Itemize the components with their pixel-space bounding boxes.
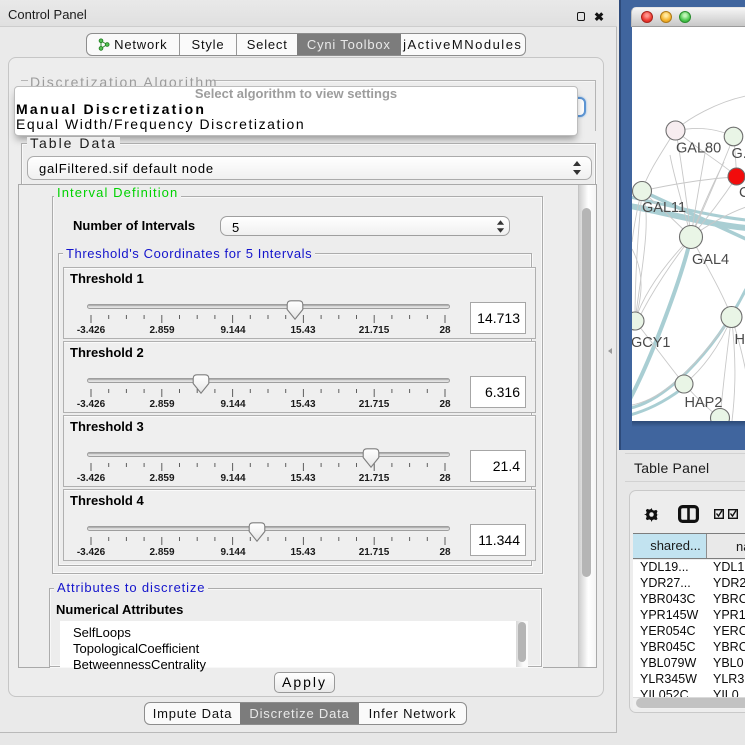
svg-text:H: H [735,332,745,348]
svg-text:C: C [739,185,745,201]
svg-text:GAL4: GAL4 [692,252,729,268]
svg-text:GAL11: GAL11 [642,200,686,216]
svg-text:HAP2: HAP2 [685,395,723,411]
svg-text:GAL80: GAL80 [676,141,721,157]
svg-text:GCY1: GCY1 [632,335,671,351]
svg-text:G.: G. [732,146,745,162]
